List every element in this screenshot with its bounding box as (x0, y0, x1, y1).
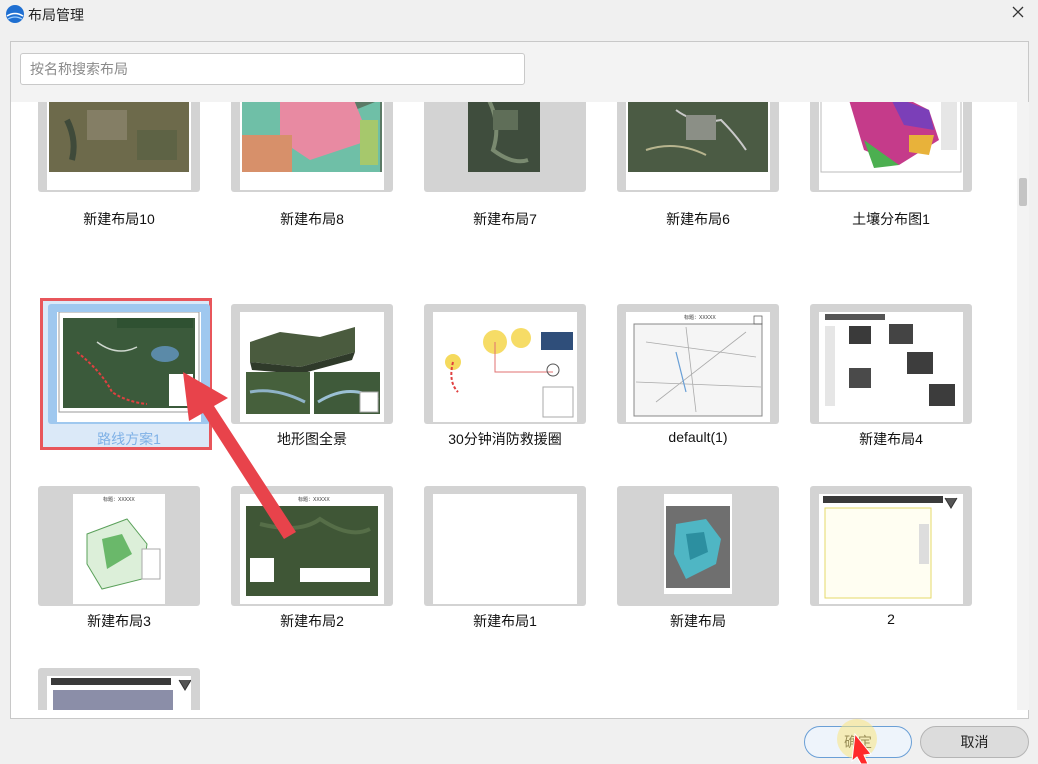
layout-label: 地形图全景 (277, 431, 347, 447)
layout-label: 新建布局2 (280, 613, 344, 629)
cancel-button[interactable]: 取消 (920, 726, 1029, 758)
close-icon[interactable] (1004, 2, 1032, 24)
layout-label: 路线方案1 (97, 431, 161, 447)
layout-thumbnail (810, 304, 972, 424)
search-input[interactable] (20, 53, 525, 85)
click-indicator (837, 719, 877, 759)
layout-thumbnail (231, 304, 393, 424)
layout-thumbnail (38, 102, 200, 192)
thumb-title-text: 标题：XXXXX (684, 314, 716, 321)
layout-thumbnail: 标题：XXXXX (617, 304, 779, 424)
thumb-title-text: 标题：XXXXX (298, 496, 330, 503)
layout-thumbnail (617, 486, 779, 606)
layout-label: 2 (887, 611, 895, 627)
layout-grid-scroll-area[interactable]: 新建布局10 新建布局8 新建布局7 新建布局6 土壤分布图1 路线方案1 地形… (11, 102, 1017, 710)
thumb-title-text: 标题：XXXXX (103, 496, 135, 503)
layout-thumbnail (424, 102, 586, 192)
cancel-button-label: 取消 (960, 734, 989, 750)
dialog-footer: 确定 取消 (0, 719, 1038, 764)
layout-thumbnail (38, 668, 200, 710)
layout-manager-window: 布局管理 按名称搜索布局 新建布局10 新建布局8 新建布局7 新建布局6 土壤… (0, 0, 1038, 764)
layout-thumbnail (810, 102, 972, 192)
layout-thumbnail: 标题：XXXXX (38, 486, 200, 606)
layout-label: 土壤分布图1 (852, 211, 930, 227)
layout-panel: 新建布局10 新 (10, 41, 1029, 719)
layout-thumbnail (810, 486, 972, 606)
layout-thumbnail (617, 102, 779, 192)
layout-thumbnail (48, 304, 210, 424)
layout-label: 新建布局10 (83, 211, 155, 227)
title-bar: 布局管理 (0, 0, 1038, 28)
layout-thumbnail (424, 486, 586, 606)
layout-thumbnail: 标题：XXXXX (231, 486, 393, 606)
scrollbar-thumb[interactable] (1019, 178, 1027, 206)
layout-label: 新建布局7 (473, 211, 537, 227)
layout-label: 新建布局1 (473, 613, 537, 629)
layout-label: 新建布局3 (87, 613, 151, 629)
app-logo-icon (6, 5, 24, 23)
window-title: 布局管理 (28, 7, 84, 23)
layout-label: 30分钟消防救援圈 (448, 431, 562, 447)
vertical-scrollbar[interactable] (1017, 102, 1029, 710)
layout-label: 新建布局 (670, 613, 726, 629)
layout-label: 新建布局6 (666, 211, 730, 227)
layout-label: 新建布局8 (280, 211, 344, 227)
layout-thumbnail (231, 102, 393, 192)
layout-label: 新建布局4 (859, 431, 923, 447)
layout-label: default(1) (668, 429, 728, 445)
search-row (11, 42, 1028, 102)
layout-thumbnail (424, 304, 586, 424)
